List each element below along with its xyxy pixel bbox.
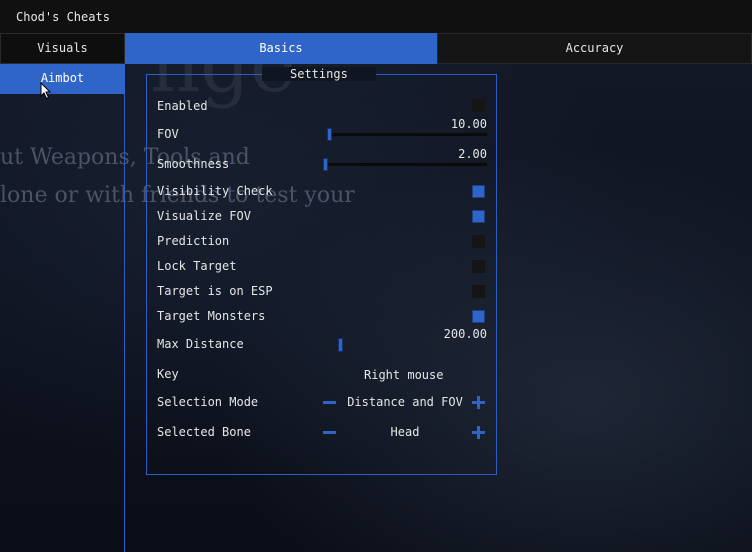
prediction-label: Prediction xyxy=(157,234,230,248)
fov-slider-handle[interactable] xyxy=(327,128,332,141)
title-bar[interactable]: Chod's Cheats xyxy=(0,0,752,34)
selected-bone-plus-icon[interactable] xyxy=(472,426,485,439)
fov-slider-track[interactable] xyxy=(327,133,487,136)
selected-bone-label: Selected Bone xyxy=(157,425,251,439)
tab-accuracy[interactable]: Accuracy xyxy=(437,33,752,64)
fov-label: FOV xyxy=(157,127,179,141)
fov-value: 10.00 xyxy=(450,117,487,131)
smoothness-value: 2.00 xyxy=(458,147,487,161)
selected-bone-value: Head xyxy=(390,425,420,439)
window-title: Chod's Cheats xyxy=(16,10,110,24)
selection-mode-plus-icon[interactable] xyxy=(472,396,485,409)
sidebar-item-aimbot[interactable]: Aimbot xyxy=(0,64,125,94)
target-on-esp-checkbox[interactable] xyxy=(472,285,485,298)
visualize-fov-label: Visualize FOV xyxy=(157,209,251,223)
lock-target-checkbox[interactable] xyxy=(472,260,485,273)
lock-target-label: Lock Target xyxy=(157,259,237,273)
prediction-checkbox[interactable] xyxy=(472,235,485,248)
target-on-esp-label: Target is on ESP xyxy=(157,284,273,298)
tab-basics[interactable]: Basics xyxy=(125,33,437,64)
selection-mode-label: Selection Mode xyxy=(157,395,259,409)
key-bind-button[interactable]: Right mouse xyxy=(364,368,443,382)
smoothness-slider-track[interactable] xyxy=(323,163,487,166)
key-label: Key xyxy=(157,367,179,381)
enabled-checkbox[interactable] xyxy=(472,99,485,112)
max-distance-label: Max Distance xyxy=(157,337,244,351)
target-monsters-label: Target Monsters xyxy=(157,309,266,323)
smoothness-label: Smoothness xyxy=(157,157,230,171)
mouse-cursor-icon xyxy=(40,82,52,100)
selection-mode-value: Distance and FOV xyxy=(347,395,463,409)
selected-bone-minus-icon[interactable] xyxy=(323,431,336,434)
smoothness-slider-handle[interactable] xyxy=(323,158,328,171)
visibility-check-checkbox[interactable] xyxy=(472,185,485,198)
settings-group-title: Settings xyxy=(262,67,376,81)
max-distance-value: 200.00 xyxy=(443,327,487,341)
visibility-check-label: Visibility Check xyxy=(157,184,273,198)
selection-mode-minus-icon[interactable] xyxy=(323,401,336,404)
max-distance-slider-handle[interactable] xyxy=(338,338,343,352)
tab-visuals[interactable]: Visuals xyxy=(0,33,125,64)
target-monsters-checkbox[interactable] xyxy=(472,310,485,323)
enabled-label: Enabled xyxy=(157,99,208,113)
visualize-fov-checkbox[interactable] xyxy=(472,210,485,223)
left-column xyxy=(0,33,125,552)
